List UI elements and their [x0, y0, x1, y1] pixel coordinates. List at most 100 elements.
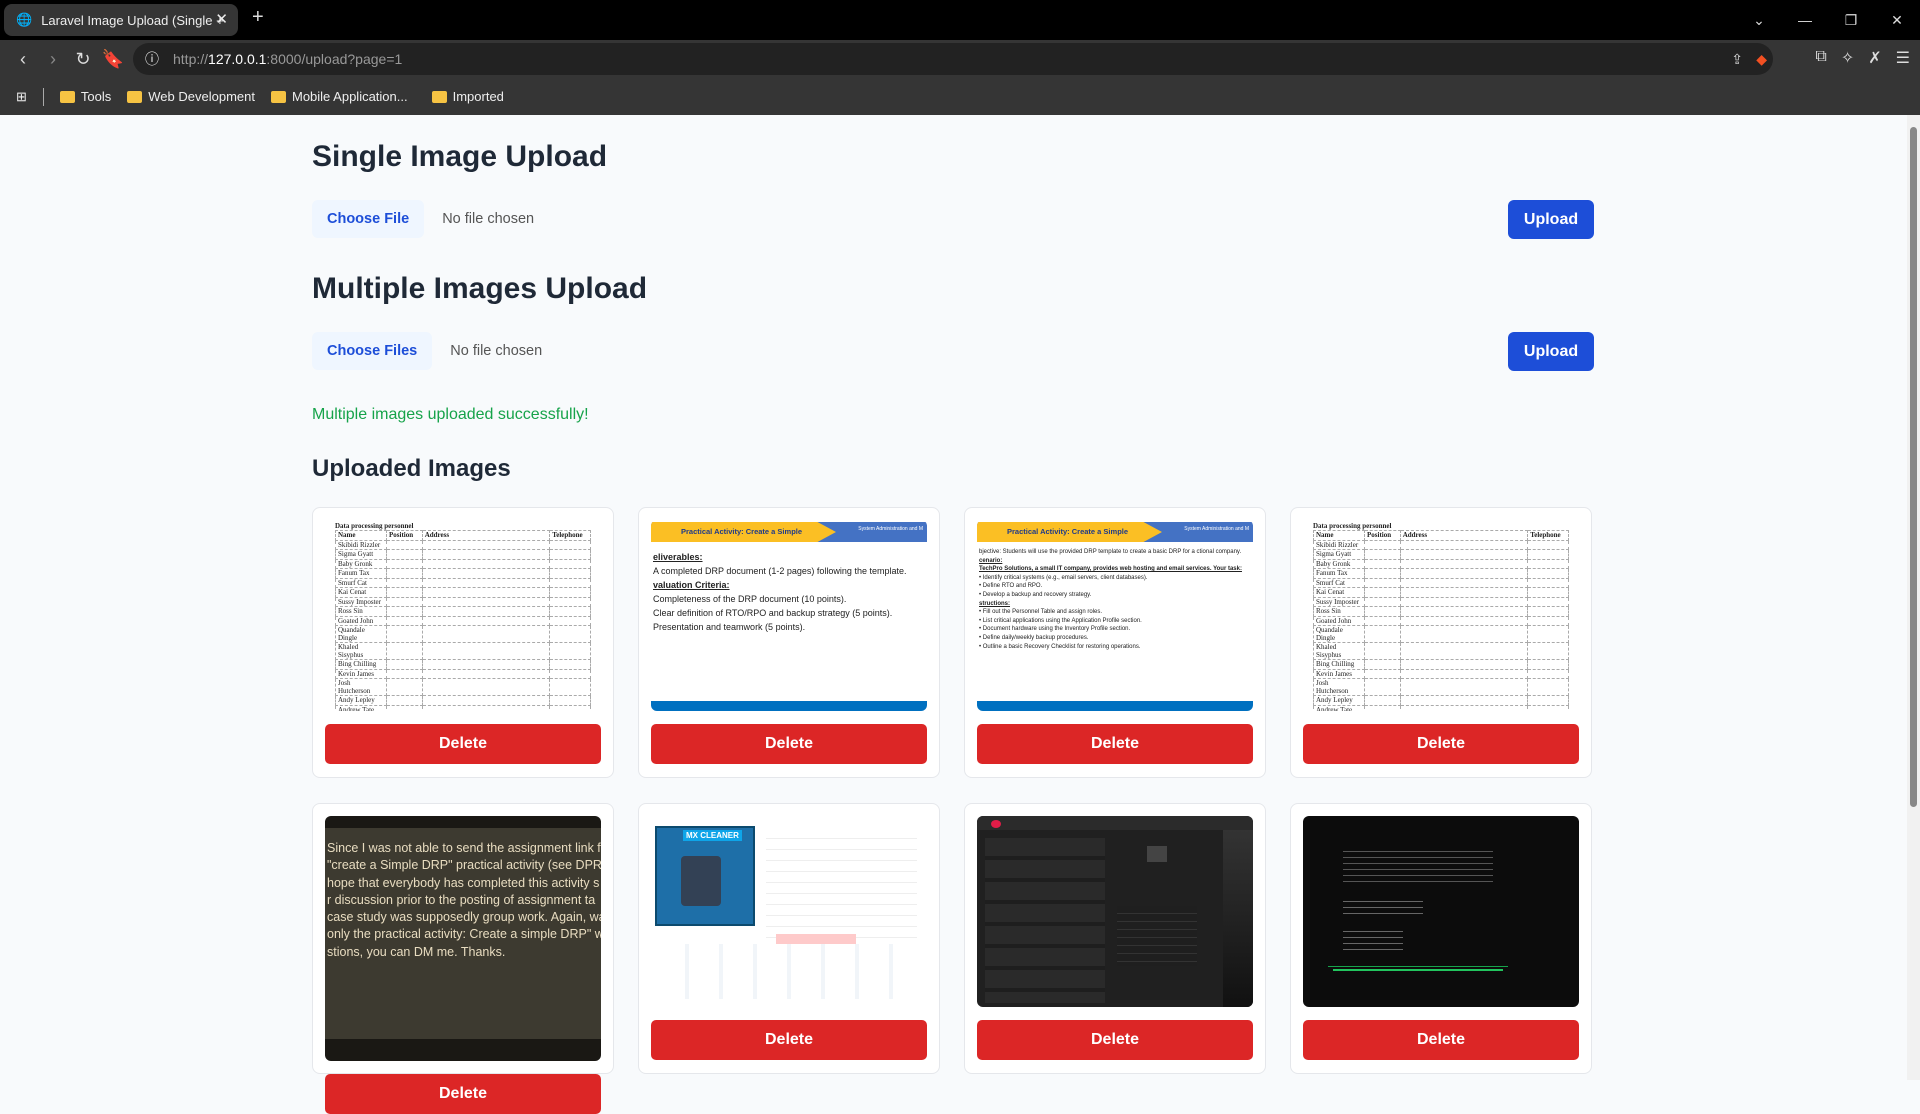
folder-icon	[127, 90, 143, 103]
share-icon[interactable]: ⇪	[1731, 51, 1743, 68]
table-row: Josh Hutcherson	[335, 678, 591, 696]
table-row: Andy Lepley	[1313, 695, 1569, 706]
menu-icon[interactable]: ☰	[1896, 48, 1910, 68]
url-text: http://127.0.0.1:8000/upload?page=1	[173, 51, 403, 67]
delete-button[interactable]: Delete	[1303, 724, 1579, 764]
folder-icon	[431, 90, 447, 103]
bookmark-mobile-application[interactable]: Mobile Application...	[270, 89, 408, 104]
image-card: MX CLEANER Delete	[638, 803, 940, 1074]
browser-chrome: 🌐 Laravel Image Upload (Single + ✕ + ⌄ — ❐…	[0, 0, 1920, 115]
table-row: Josh Hutcherson	[1313, 678, 1569, 696]
table-row: Khaled Sisyphus	[335, 642, 591, 660]
table-row: Goated John	[1313, 615, 1569, 626]
single-file-input[interactable]: Choose File No file chosen	[312, 200, 534, 238]
choose-file-button[interactable]: Choose File	[312, 200, 425, 238]
address-bar[interactable]: ⓘ http://127.0.0.1:8000/upload?page=1 ⇪ …	[133, 43, 1773, 75]
minimize-icon[interactable]: —	[1782, 0, 1828, 40]
table-row: Ross Sin	[335, 606, 591, 617]
image-card: Data processing personnel Name Position Add…	[1290, 507, 1592, 778]
uploaded-images-title: Uploaded Images	[312, 455, 511, 482]
delete-button[interactable]: Delete	[1303, 1020, 1579, 1060]
window-close-icon[interactable]: ✕	[1874, 0, 1920, 40]
image-card: Delete	[1290, 803, 1592, 1074]
new-tab-icon[interactable]: +	[252, 6, 264, 29]
table-row: Quandale Dingle	[335, 625, 591, 643]
bookmark-imported[interactable]: Imported	[431, 89, 504, 104]
bookmark-tools[interactable]: Tools	[59, 89, 111, 104]
forward-icon[interactable]: ›	[38, 49, 68, 70]
choose-files-button[interactable]: Choose Files	[312, 332, 433, 370]
extensions-icon[interactable]: ⧉	[1815, 48, 1826, 68]
close-tab-icon[interactable]: ✕	[215, 10, 228, 28]
table-row: Fanum Tax	[1313, 568, 1569, 579]
table-row: Smurf Cat	[335, 577, 591, 588]
table-row: Kevin James	[1313, 668, 1569, 679]
tab-list-icon[interactable]: ⌄	[1736, 0, 1782, 40]
multiple-upload-title: Multiple Images Upload	[312, 272, 648, 305]
uploaded-image-message[interactable]: Since I was not able to send the assignm…	[325, 816, 601, 1061]
delete-button[interactable]: Delete	[651, 1020, 927, 1060]
page-scrollbar[interactable]	[1907, 115, 1920, 1080]
table-row: Skibidi Rizzler	[1313, 539, 1569, 550]
restore-icon[interactable]: ❐	[1828, 0, 1874, 40]
uploaded-image-personnel-table[interactable]: Data processing personnel Name Position Add…	[325, 520, 601, 711]
table-row: Kevin James	[335, 668, 591, 679]
multiple-file-input[interactable]: Choose Files No file chosen	[312, 332, 542, 370]
image-card: Practical Activity: Create a Simple Syste…	[638, 507, 940, 778]
table-row: Bing Chilling	[1313, 659, 1569, 670]
file-status: No file chosen	[450, 343, 543, 359]
table-row: Sigma Gyatt	[1313, 549, 1569, 560]
image-card: Data processing personnel Name Position Add…	[312, 507, 614, 778]
table-row: Baby Gronk	[335, 558, 591, 569]
apps-icon[interactable]: ⊞	[16, 89, 27, 105]
table-row: Khaled Sisyphus	[1313, 642, 1569, 660]
table-row: Skibidi Rizzler	[335, 539, 591, 550]
folder-icon	[270, 90, 286, 103]
tools-icon[interactable]: ✗	[1868, 48, 1881, 68]
uploaded-image-personnel-table[interactable]: Data processing personnel Name Position Add…	[1303, 520, 1579, 711]
bookmark-icon[interactable]: 🔖	[98, 49, 128, 70]
browser-tab[interactable]: 🌐 Laravel Image Upload (Single + ✕	[4, 4, 238, 36]
table-row: Baby Gronk	[1313, 558, 1569, 569]
table-row: Ross Sin	[1313, 606, 1569, 617]
table-row: Kai Cenat	[335, 587, 591, 598]
reload-icon[interactable]: ↻	[68, 49, 98, 70]
brave-shield-icon[interactable]: ◆	[1756, 51, 1767, 68]
globe-icon: 🌐	[16, 12, 33, 27]
uploaded-image-slide-objective[interactable]: Practical Activity: Create a Simple Syste…	[977, 520, 1253, 711]
table-row: Andrew Tate	[335, 704, 591, 711]
delete-button[interactable]: Delete	[977, 724, 1253, 764]
table-row: Andrew Tate	[1313, 704, 1569, 711]
scrollbar-thumb[interactable]	[1910, 127, 1917, 807]
multiple-upload-button[interactable]: Upload	[1508, 332, 1594, 371]
uploaded-image-terminal[interactable]	[1303, 816, 1579, 1007]
table-row: Smurf Cat	[1313, 577, 1569, 588]
table-row: Sigma Gyatt	[335, 549, 591, 560]
table-row: Sussy Imposter	[1313, 596, 1569, 607]
delete-button[interactable]: Delete	[325, 1074, 601, 1114]
uploaded-image-web-store[interactable]: MX CLEANER	[651, 816, 927, 1007]
file-status: No file chosen	[442, 211, 535, 227]
back-icon[interactable]: ‹	[8, 49, 38, 70]
table-row: Goated John	[335, 615, 591, 626]
single-upload-button[interactable]: Upload	[1508, 200, 1594, 239]
folder-icon	[59, 90, 75, 103]
table-row: Fanum Tax	[335, 568, 591, 579]
table-row: Andy Lepley	[335, 695, 591, 706]
image-card: Since I was not able to send the assignm…	[312, 803, 614, 1114]
site-info-icon[interactable]: ⓘ	[145, 49, 159, 69]
image-grid: Data processing personnel Name Position Add…	[312, 507, 1592, 1114]
image-card: Delete	[964, 803, 1266, 1074]
tab-title: Laravel Image Upload (Single +	[41, 12, 224, 28]
delete-button[interactable]: Delete	[651, 724, 927, 764]
uploaded-image-start-menu[interactable]	[977, 816, 1253, 1007]
success-message: Multiple images uploaded successfully!	[312, 406, 589, 423]
table-row: Sussy Imposter	[335, 596, 591, 607]
image-card: Practical Activity: Create a Simple Syste…	[964, 507, 1266, 778]
delete-button[interactable]: Delete	[977, 1020, 1253, 1060]
single-upload-title: Single Image Upload	[312, 140, 608, 173]
delete-button[interactable]: Delete	[325, 724, 601, 764]
leo-ai-icon[interactable]: ✧	[1841, 48, 1854, 68]
bookmark-web-development[interactable]: Web Development	[127, 89, 255, 104]
uploaded-image-slide-deliverables[interactable]: Practical Activity: Create a Simple Syste…	[651, 520, 927, 711]
